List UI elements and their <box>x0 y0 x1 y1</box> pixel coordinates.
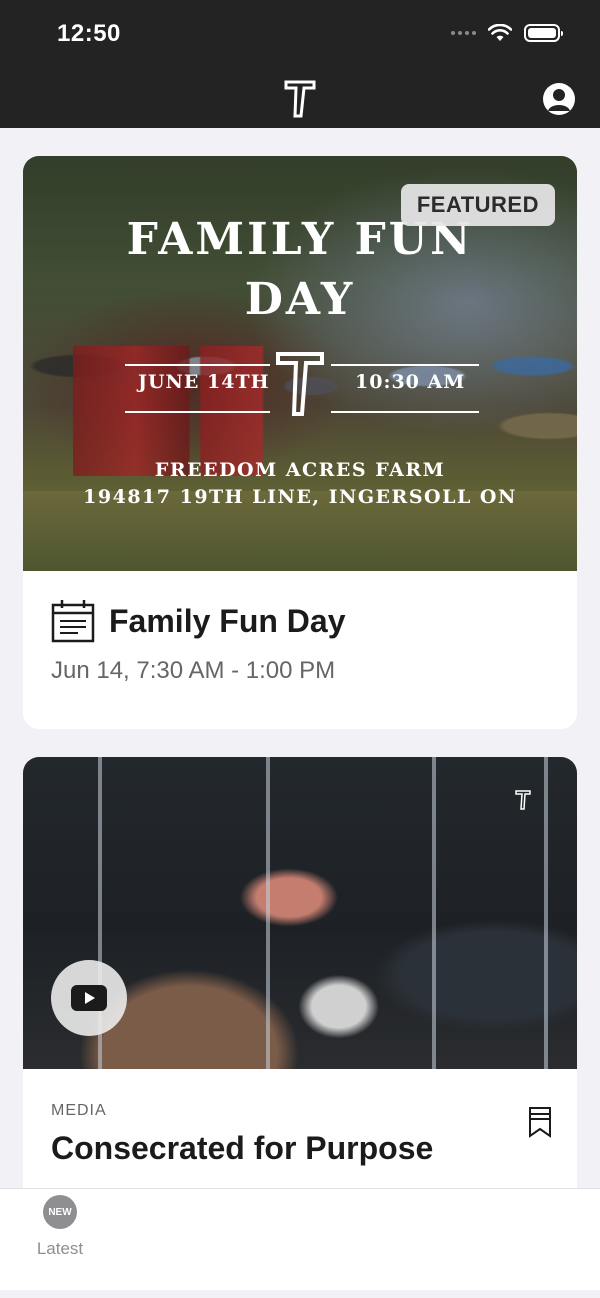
calendar-icon <box>51 600 95 643</box>
media-info: MEDIA Consecrated for Purpose <box>51 1102 553 1167</box>
nav-bar <box>0 66 600 128</box>
status-bar: 12:50 <box>0 0 600 66</box>
media-logo-icon <box>515 790 531 810</box>
media-category: MEDIA <box>51 1102 107 1119</box>
status-icons <box>451 24 563 42</box>
content-feed[interactable]: FAMILY FUN DAY JUNE 14TH 10:30 AM FREEDO… <box>0 128 600 1188</box>
event-info: Family Fun Day Jun 14, 7:30 AM - 1:00 PM <box>51 599 557 685</box>
featured-badge: FEATURED <box>400 184 555 226</box>
battery-icon <box>524 24 563 42</box>
bookmark-icon[interactable] <box>527 1106 553 1138</box>
user-icon <box>548 89 570 111</box>
event-datetime: Jun 14, 7:30 AM - 1:00 PM <box>51 657 336 684</box>
tab-latest[interactable]: NEW Latest <box>20 1195 100 1259</box>
tab-bar: NEW Latest <box>0 1188 600 1298</box>
new-badge: NEW <box>43 1195 77 1229</box>
church-logo-icon[interactable] <box>284 78 316 118</box>
play-icon <box>71 985 107 1011</box>
poster-time: 10:30 AM <box>355 371 466 393</box>
status-time: 12:50 <box>57 20 121 47</box>
wifi-icon <box>488 24 512 41</box>
media-thumbnail <box>23 757 577 1069</box>
media-title: Consecrated for Purpose <box>51 1130 434 1166</box>
profile-button[interactable] <box>543 83 575 115</box>
event-image: FAMILY FUN DAY JUNE 14TH 10:30 AM FREEDO… <box>23 156 577 571</box>
tab-label-latest: Latest <box>36 1239 84 1258</box>
event-title: Family Fun Day <box>109 602 346 639</box>
poster-date: JUNE 14TH <box>138 371 270 393</box>
play-button[interactable] <box>51 960 127 1036</box>
poster-place: FREEDOM ACRES FARM <box>154 459 446 481</box>
signal-icon <box>451 31 476 35</box>
media-card-consecrated-for-purpose[interactable]: MEDIA Consecrated for Purpose <box>23 757 577 1188</box>
event-card-family-fun-day[interactable]: FAMILY FUN DAY JUNE 14TH 10:30 AM FREEDO… <box>23 156 577 729</box>
poster-title-line2: DAY <box>244 274 356 325</box>
home-indicator <box>0 1290 600 1298</box>
poster-address: 194817 19TH LINE, INGERSOLL ON <box>83 486 517 508</box>
poster-logo-icon <box>276 352 324 416</box>
